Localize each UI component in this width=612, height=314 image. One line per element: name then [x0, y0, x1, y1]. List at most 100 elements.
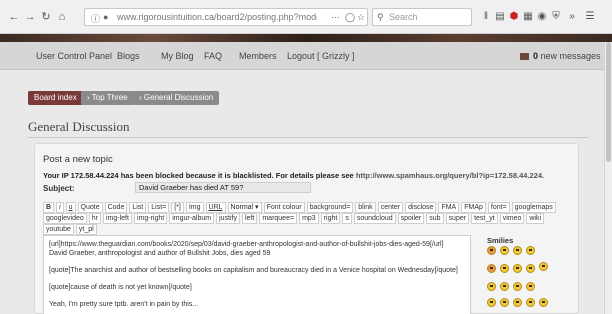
page-scrollbar[interactable]	[604, 42, 612, 314]
bbcode-blink-button[interactable]: blink	[355, 202, 376, 213]
smiley-icon[interactable]	[487, 246, 496, 255]
scrollbar-thumb[interactable]	[606, 42, 611, 162]
smiley-icon[interactable]	[513, 246, 522, 255]
forward-icon[interactable]: →	[24, 11, 36, 23]
bbcode-googlevideo-button[interactable]: googlevideo	[43, 213, 87, 224]
bbcode-disclose-button[interactable]: disclose	[405, 202, 437, 213]
bbcode-youtube-button[interactable]: youtube	[43, 224, 74, 235]
bbcode-img-button[interactable]: Img	[185, 202, 204, 213]
shield-icon[interactable]: ⛨	[550, 11, 562, 23]
bbcode-list-item-button[interactable]: [*]	[171, 202, 184, 213]
bbcode-font-colour-button[interactable]: Font colour	[263, 202, 305, 213]
nav-logout[interactable]: Logout [ Grizzly ]	[287, 51, 355, 61]
subject-label: Subject:	[43, 184, 75, 193]
extension-icon[interactable]: ▦	[522, 11, 534, 23]
breadcrumb-board-index[interactable]: Board index	[28, 91, 83, 105]
message-textarea[interactable]: [url]https://www.theguardian.com/books/2…	[43, 235, 471, 314]
adblock-icon[interactable]: ⬢	[508, 11, 520, 23]
bbcode-font-button[interactable]: font=	[487, 202, 510, 213]
bbcode-left-button[interactable]: left	[242, 213, 258, 224]
font-size-select[interactable]: Normal ▾	[227, 202, 262, 213]
bbcode-code-button[interactable]: Code	[104, 202, 128, 213]
search-placeholder: Search	[389, 12, 418, 22]
smiley-icon[interactable]	[526, 282, 535, 291]
new-messages-label: new messages	[540, 51, 601, 61]
nav-my-blog[interactable]: My Blog	[161, 51, 194, 61]
bbcode-italic-button[interactable]: i	[56, 202, 64, 213]
smiley-icon[interactable]	[500, 264, 509, 273]
bbcode-quote-button[interactable]: Quote	[77, 202, 103, 213]
bbcode-mp3-button[interactable]: mp3	[299, 213, 319, 224]
bookmark-star-icon[interactable]: ☆	[357, 12, 365, 23]
bbcode-spoiler-button[interactable]: spoiler	[397, 213, 425, 224]
breadcrumb-general-discussion[interactable]: › General Discussion	[133, 91, 220, 105]
smiley-icon[interactable]	[513, 264, 522, 273]
smiley-icon[interactable]	[487, 298, 496, 307]
search-input[interactable]: ⚲ Search	[372, 8, 472, 26]
bbcode-url-button[interactable]: URL	[205, 202, 226, 213]
smiley-icon[interactable]	[539, 262, 548, 271]
smiley-icon[interactable]	[500, 246, 509, 255]
bbcode-soundcloud-button[interactable]: soundcloud	[353, 213, 396, 224]
envelope-icon	[520, 53, 529, 61]
smiley-icon[interactable]	[500, 282, 509, 291]
reload-icon[interactable]: ↻	[40, 11, 52, 23]
home-icon[interactable]: ⌂	[56, 11, 68, 23]
new-messages-link[interactable]: 0 new messages	[520, 51, 601, 61]
subject-input[interactable]: David Graeber has died AT 59?	[135, 182, 311, 193]
info-icon[interactable]: ⓘ	[91, 12, 100, 25]
nav-faq[interactable]: FAQ	[204, 51, 222, 61]
account-icon[interactable]: ◉	[536, 11, 548, 23]
bbcode-justify-button[interactable]: justify	[216, 213, 240, 224]
bbcode-yt-pl-button[interactable]: yt_pl	[75, 224, 97, 235]
bbcode-imgur-album-button[interactable]: imgur-album	[169, 213, 215, 224]
smiley-icon[interactable]	[487, 282, 496, 291]
bbcode-center-button[interactable]: center	[377, 202, 404, 213]
url-text: www.rigorousintuition.ca/board2/posting.…	[117, 12, 317, 22]
bbcode-marquee-button[interactable]: marquee=	[259, 213, 298, 224]
bbcode-sub-button[interactable]: sub	[426, 213, 444, 224]
menu-icon[interactable]: ☰	[584, 11, 596, 23]
bbcode-super-button[interactable]: super	[445, 213, 470, 224]
nav-blogs[interactable]: Blogs	[117, 51, 140, 61]
smiley-icon[interactable]	[487, 264, 496, 273]
smiley-icon[interactable]	[526, 264, 535, 273]
back-icon[interactable]: ←	[8, 11, 20, 23]
bbcode-googlemaps-button[interactable]: googlemaps	[511, 202, 556, 213]
address-bar[interactable]: ⓘ ● www.rigorousintuition.ca/board2/post…	[84, 8, 368, 26]
sidebar-icon[interactable]: ▤	[494, 11, 506, 23]
smiley-icon[interactable]	[526, 298, 535, 307]
pocket-icon[interactable]: ◯	[345, 12, 355, 23]
smiley-icon[interactable]	[539, 298, 548, 307]
overflow-icon[interactable]: »	[566, 11, 578, 23]
bbcode-background-button[interactable]: background=	[306, 202, 354, 213]
bbcode-img-right-button[interactable]: img-right	[133, 213, 168, 224]
bbcode-hr-button[interactable]: hr	[88, 213, 101, 224]
bbcode-bold-button[interactable]: B	[43, 202, 55, 213]
bbcode-fmap-button[interactable]: FMAp	[461, 202, 486, 213]
bbcode-wiki-button[interactable]: wiki	[526, 213, 545, 224]
bbcode-vimeo-button[interactable]: vimeo	[499, 213, 525, 224]
smiley-icon[interactable]	[513, 282, 522, 291]
bbcode-right-button[interactable]: right	[320, 213, 341, 224]
bbcode-list-ordered-button[interactable]: List=	[148, 202, 170, 213]
smiley-icon[interactable]	[513, 298, 522, 307]
blacklist-warning: Your IP 172.58.44.224 has been blocked b…	[43, 171, 544, 180]
message-line: David Graeber, anthropologist and author…	[49, 250, 271, 257]
nav-user-control-panel[interactable]: User Control Panel	[36, 51, 112, 61]
smiley-icon[interactable]	[500, 298, 509, 307]
spamhaus-link[interactable]: http://www.spamhaus.org/query/bl?ip=172.…	[356, 171, 544, 180]
bbcode-img-left-button[interactable]: img-left	[103, 213, 132, 224]
bbcode-fma-button[interactable]: FMA	[438, 202, 460, 213]
bbcode-test-yt-button[interactable]: test_yt	[471, 213, 498, 224]
new-messages-count: 0	[533, 51, 539, 61]
nav-members[interactable]: Members	[239, 51, 277, 61]
bbcode-row-3: youtube yt_pl	[43, 224, 99, 235]
breadcrumb-top-three[interactable]: › Top Three	[81, 91, 134, 105]
bbcode-underline-button[interactable]: u	[65, 202, 76, 213]
bbcode-list-button[interactable]: List	[129, 202, 147, 213]
bbcode-s-button[interactable]: s	[342, 213, 352, 224]
smiley-icon[interactable]	[526, 246, 535, 255]
library-icon[interactable]: ‖	[480, 11, 492, 23]
page-actions-icon[interactable]: ···	[331, 12, 340, 22]
